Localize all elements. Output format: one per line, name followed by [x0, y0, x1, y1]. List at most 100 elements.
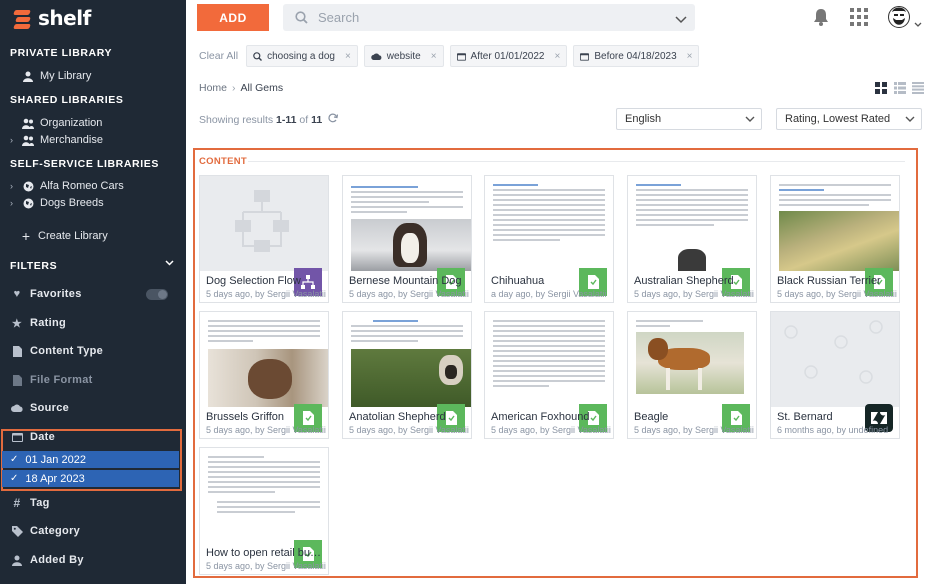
card-meta: 5 days ago, by Sergii Vasalatii — [777, 289, 897, 299]
filter-content-type[interactable]: Content Type — [10, 343, 176, 359]
close-icon[interactable]: × — [555, 51, 561, 62]
chevron-right-icon[interactable]: › — [10, 198, 20, 208]
gem-card-black-russian-terrier[interactable]: Black Russian Terrier 5 days ago, by Ser… — [770, 175, 900, 303]
sort-select[interactable]: Rating, Lowest Rated — [776, 108, 922, 130]
sidebar-item-merchandise[interactable]: › Merchandise — [10, 132, 176, 148]
card-thumbnail — [771, 312, 899, 407]
date-option-end[interactable]: ✓ 18 Apr 2023 — [2, 470, 179, 487]
close-icon[interactable]: × — [431, 51, 437, 62]
plus-icon: + — [21, 228, 31, 244]
create-library-label: Create Library — [38, 230, 108, 242]
shelf-logo[interactable]: shelf — [12, 6, 91, 30]
close-icon[interactable]: × — [687, 51, 693, 62]
chip-source[interactable]: website × — [363, 45, 444, 67]
file-icon — [10, 374, 24, 386]
gem-card-bernese-mountain-dog[interactable]: Bernese Mountain Dog 5 days ago, by Serg… — [342, 175, 472, 303]
results-total: 11 — [311, 114, 323, 126]
chevron-down-icon[interactable] — [165, 258, 174, 269]
chip-label: website — [386, 50, 421, 62]
active-filter-chips: Clear All choosing a dog × website × Aft… — [197, 45, 924, 67]
chip-search-term[interactable]: choosing a dog × — [246, 45, 358, 67]
add-button[interactable]: ADD — [197, 4, 269, 31]
chevron-down-icon — [745, 114, 755, 126]
apps-grid-icon[interactable] — [850, 8, 868, 26]
breadcrumb: Home › All Gems — [199, 82, 283, 94]
list-view-icon[interactable] — [894, 82, 906, 94]
filter-source[interactable]: Source — [10, 400, 176, 416]
chevron-right-icon[interactable]: › — [10, 135, 20, 145]
card-thumbnail — [200, 448, 328, 543]
filter-added-by[interactable]: Added By — [10, 552, 176, 568]
filter-favorites[interactable]: ♥ Favorites — [10, 286, 176, 302]
language-select[interactable]: English — [616, 108, 762, 130]
gem-card-australian-shepherd[interactable]: Australian Shepherd 5 days ago, by Sergi… — [627, 175, 757, 303]
search-input[interactable] — [318, 10, 658, 25]
card-meta: 6 months ago, by undefined — [777, 425, 889, 435]
avatar[interactable] — [888, 4, 910, 30]
gem-card-beagle[interactable]: Beagle 5 days ago, by Sergii Vasalatii — [627, 311, 757, 439]
alfa-romeo-label: Alfa Romeo Cars — [40, 180, 124, 192]
filter-date[interactable]: Date — [10, 429, 176, 445]
search-icon — [253, 51, 263, 61]
star-icon: ★ — [11, 317, 23, 330]
gem-card-anatolian-shepherd[interactable]: Anatolian Shepherd 5 days ago, by Sergii… — [342, 311, 472, 439]
card-meta: 5 days ago, by Sergii Vasalatii — [206, 289, 326, 299]
chevron-right-icon[interactable]: › — [10, 181, 20, 191]
card-thumbnail — [485, 176, 613, 271]
filter-label: Favorites — [30, 288, 82, 300]
results-summary: Showing results 1-11 of 11 — [199, 113, 339, 126]
filter-file-format[interactable]: File Format — [10, 372, 176, 388]
dogs-breeds-label: Dogs Breeds — [40, 197, 104, 209]
card-title: American Foxhound — [491, 411, 590, 423]
chip-date-after[interactable]: After 01/01/2022 × — [449, 45, 568, 67]
clear-all-link[interactable]: Clear All — [199, 50, 238, 62]
gem-card-chihuahua[interactable]: Chihuahua a day ago, by Sergii Vasalatii — [484, 175, 614, 303]
chevron-down-icon[interactable] — [914, 14, 922, 32]
create-library-button[interactable]: + Create Library — [20, 228, 176, 244]
filter-label: Added By — [30, 554, 84, 566]
filter-label: File Format — [30, 374, 93, 386]
card-title: Anatolian Shepherd — [349, 411, 446, 423]
chevron-down-icon — [905, 114, 915, 126]
gem-card-brussels-griffon[interactable]: Brussels Griffon 5 days ago, by Sergii V… — [199, 311, 329, 439]
filter-label: Tag — [30, 497, 50, 509]
results-range: 1-11 — [276, 114, 297, 126]
breadcrumb-separator-icon: › — [232, 82, 236, 94]
card-thumbnail — [343, 312, 471, 407]
gem-card-dog-selection-flow[interactable]: Dog Selection Flow 5 days ago, by Sergii… — [199, 175, 329, 303]
refresh-icon[interactable] — [328, 113, 339, 126]
date-option-start[interactable]: ✓ 01 Jan 2022 — [2, 451, 179, 468]
sidebar-item-my-library[interactable]: My Library — [22, 68, 176, 84]
compact-list-icon[interactable] — [912, 82, 924, 94]
gem-card-american-foxhound[interactable]: American Foxhound 5 days ago, by Sergii … — [484, 311, 614, 439]
check-icon: ✓ — [10, 473, 19, 484]
bell-icon[interactable] — [813, 8, 829, 26]
favorites-toggle[interactable] — [146, 289, 168, 300]
date-option-label: 01 Jan 2022 — [25, 453, 86, 466]
chip-label: After 01/01/2022 — [470, 50, 545, 62]
chip-date-before[interactable]: Before 04/18/2023 × — [573, 45, 700, 67]
cloud-icon — [371, 52, 382, 60]
breadcrumb-home[interactable]: Home — [199, 82, 227, 94]
filter-category[interactable]: Category — [10, 523, 176, 539]
filter-rating[interactable]: ★ Rating — [10, 315, 176, 331]
card-meta: 5 days ago, by Sergii Vasalatii — [491, 425, 611, 435]
grid-view-icon[interactable] — [875, 82, 887, 94]
tag-icon — [10, 525, 24, 537]
close-icon[interactable]: × — [345, 51, 351, 62]
gem-card-retail-business[interactable]: How to open retail bus... 5 days ago, by… — [199, 447, 329, 575]
chevron-down-icon[interactable] — [675, 11, 687, 29]
calendar-icon — [580, 52, 590, 61]
search-bar[interactable] — [283, 4, 695, 31]
filter-tag[interactable]: # Tag — [10, 495, 176, 511]
sort-select-value: Rating, Lowest Rated — [785, 113, 891, 125]
user-icon — [10, 555, 24, 566]
sidebar-item-dogs-breeds[interactable]: › Dogs Breeds — [10, 195, 176, 211]
gem-card-st-bernard[interactable]: St. Bernard 6 months ago, by undefined — [770, 311, 900, 439]
card-title: Beagle — [634, 411, 669, 423]
placeholder-pattern — [784, 320, 883, 384]
sidebar-item-alfa-romeo[interactable]: › Alfa Romeo Cars — [10, 178, 176, 194]
card-thumbnail — [771, 176, 899, 271]
sidebar-item-organization[interactable]: Organization — [22, 115, 176, 131]
card-thumbnail — [628, 312, 756, 407]
